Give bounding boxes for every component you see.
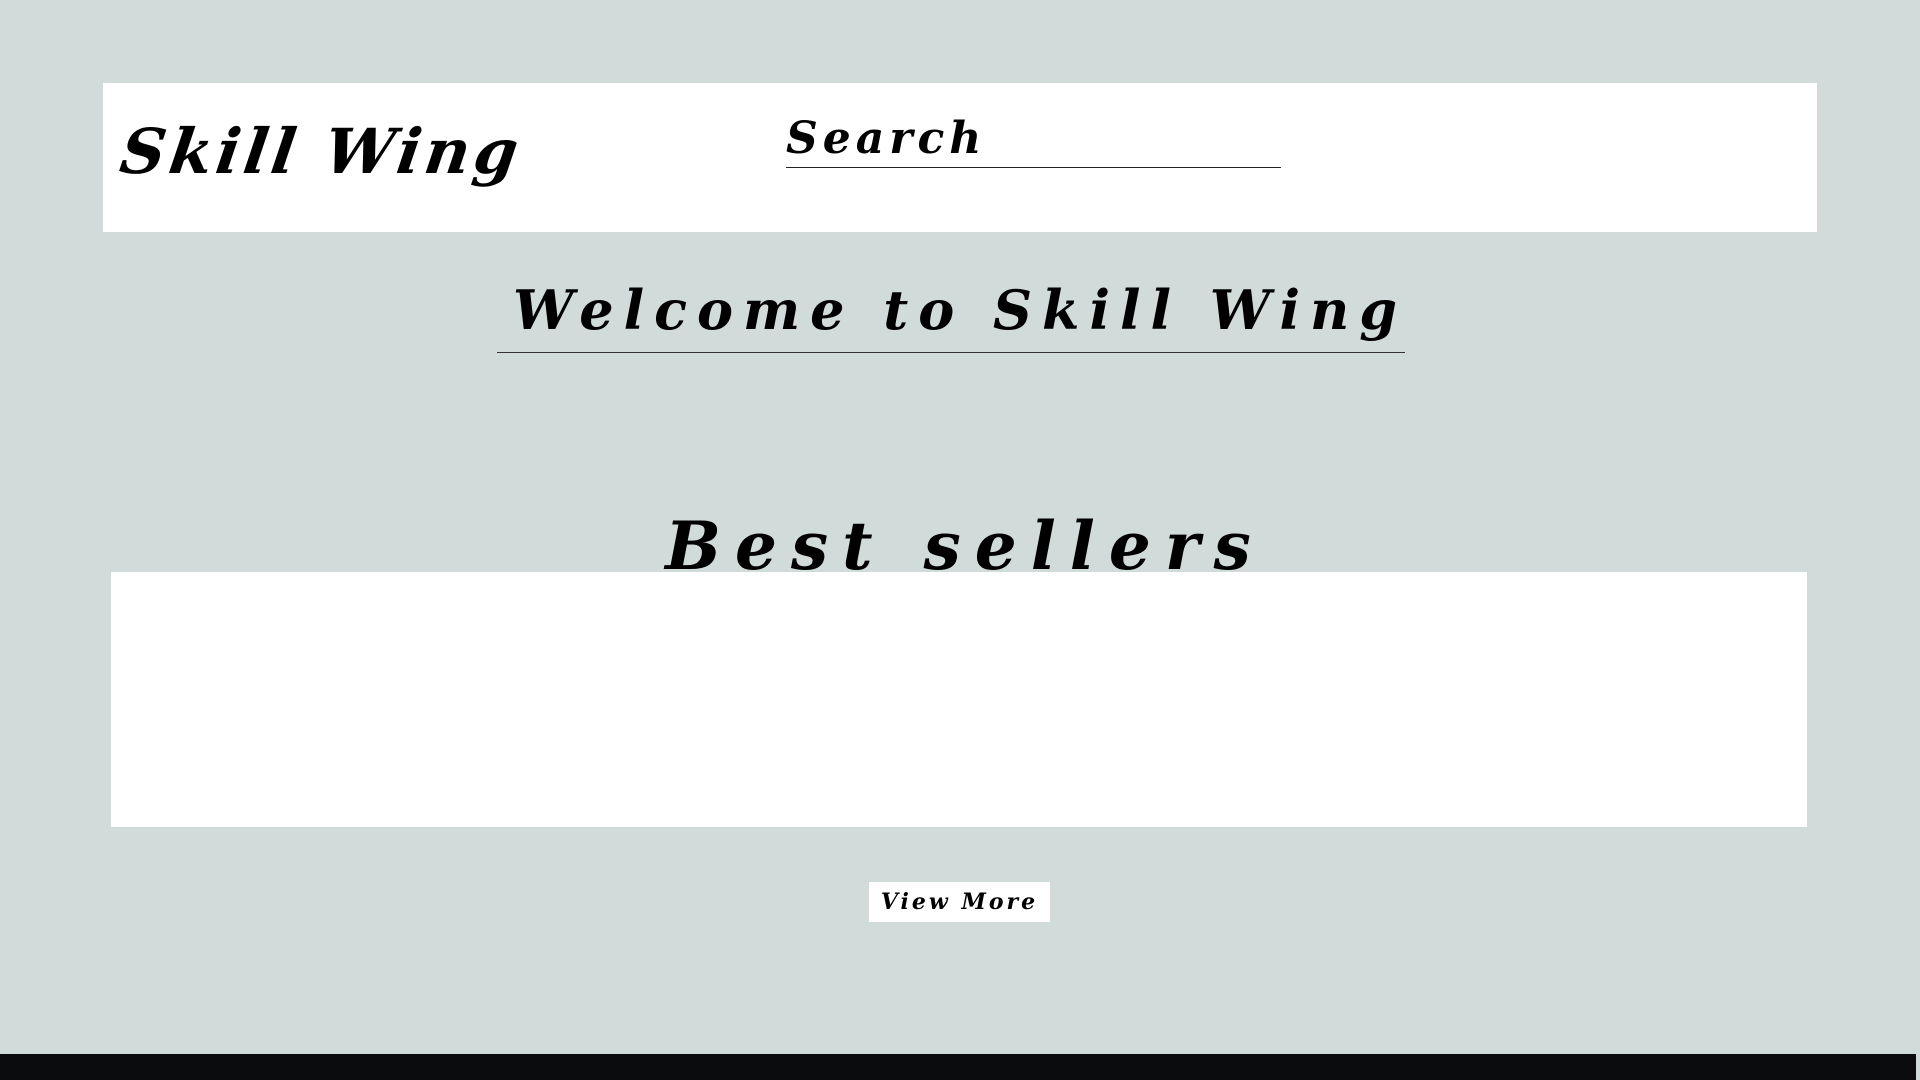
site-logo[interactable]: Skill Wing (116, 115, 527, 188)
footer-bar (0, 1054, 1916, 1080)
best-sellers-panel (111, 572, 1807, 827)
welcome-divider (497, 352, 1405, 353)
search-box (786, 113, 1281, 168)
page: Skill Wing Welcome to Skill Wing Best se… (0, 0, 1920, 1080)
search-input[interactable] (786, 113, 1281, 167)
view-more-button[interactable]: View More (869, 882, 1050, 922)
welcome-heading: Welcome to Skill Wing (512, 278, 1408, 343)
site-header: Skill Wing (103, 83, 1817, 232)
